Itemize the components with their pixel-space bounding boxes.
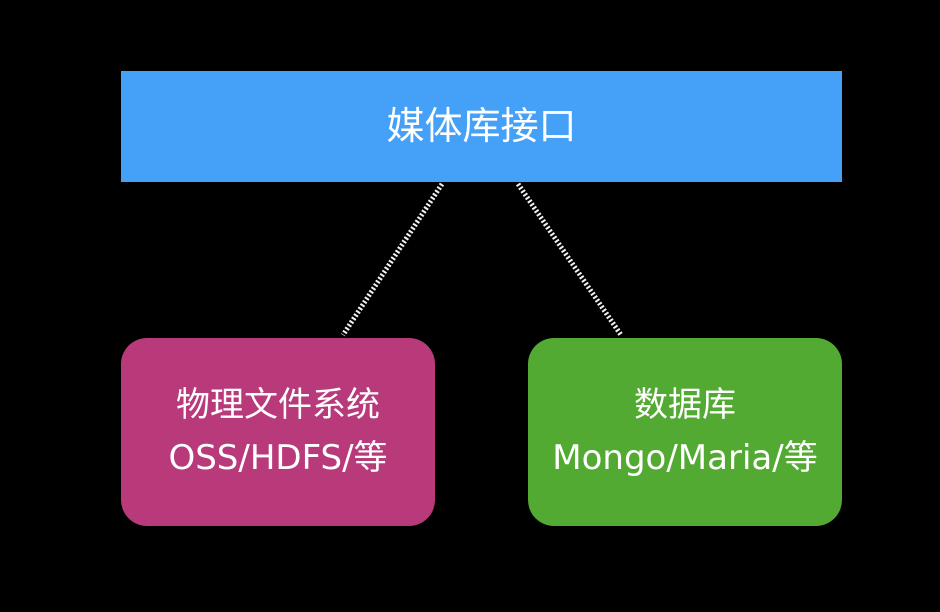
media-library-interface-box: 媒体库接口 bbox=[121, 71, 842, 182]
media-library-interface-label: 媒体库接口 bbox=[386, 103, 577, 148]
filesystem-box: 物理文件系统 OSS/HDFS/等 bbox=[121, 338, 435, 526]
filesystem-examples: OSS/HDFS/等 bbox=[168, 438, 388, 478]
connector-to-filesystem bbox=[340, 182, 445, 337]
database-box: 数据库 Mongo/Maria/等 bbox=[528, 338, 842, 526]
connector-to-database bbox=[515, 182, 624, 337]
database-examples: Mongo/Maria/等 bbox=[552, 438, 818, 478]
diagram-canvas: 媒体库接口 物理文件系统 OSS/HDFS/等 数据库 Mongo/Maria/… bbox=[0, 0, 940, 612]
filesystem-title: 物理文件系统 bbox=[176, 385, 380, 426]
database-title: 数据库 bbox=[634, 385, 736, 426]
